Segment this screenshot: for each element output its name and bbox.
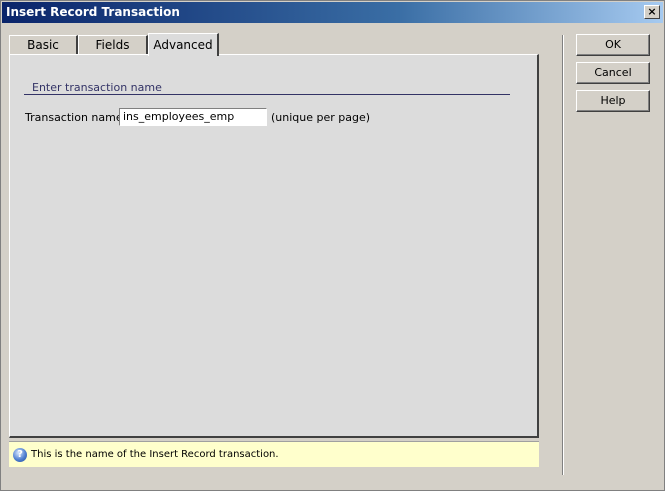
title-bar[interactable]: Insert Record Transaction × [2,2,663,23]
ok-button[interactable]: OK [576,34,650,56]
help-text: This is the name of the Insert Record tr… [31,449,279,460]
help-bar: ? This is the name of the Insert Record … [9,441,539,467]
tab-panel-advanced: Enter transaction name Transaction name:… [9,54,539,438]
section-divider [24,94,510,95]
transaction-name-label: Transaction name: [25,111,127,124]
close-icon[interactable]: × [644,5,660,19]
tab-fields[interactable]: Fields [78,35,148,55]
dialog-window: Insert Record Transaction × Basic Fields… [0,0,665,491]
tab-basic[interactable]: Basic [9,35,78,55]
cancel-button[interactable]: Cancel [576,62,650,84]
vertical-divider [562,35,564,475]
help-button[interactable]: Help [576,90,650,112]
window-title: Insert Record Transaction [6,5,180,19]
section-title: Enter transaction name [32,81,162,94]
transaction-name-input[interactable]: ins_employees_emp [119,108,267,126]
transaction-name-hint: (unique per page) [271,111,371,124]
tab-advanced[interactable]: Advanced [148,33,219,56]
help-icon: ? [13,448,27,462]
